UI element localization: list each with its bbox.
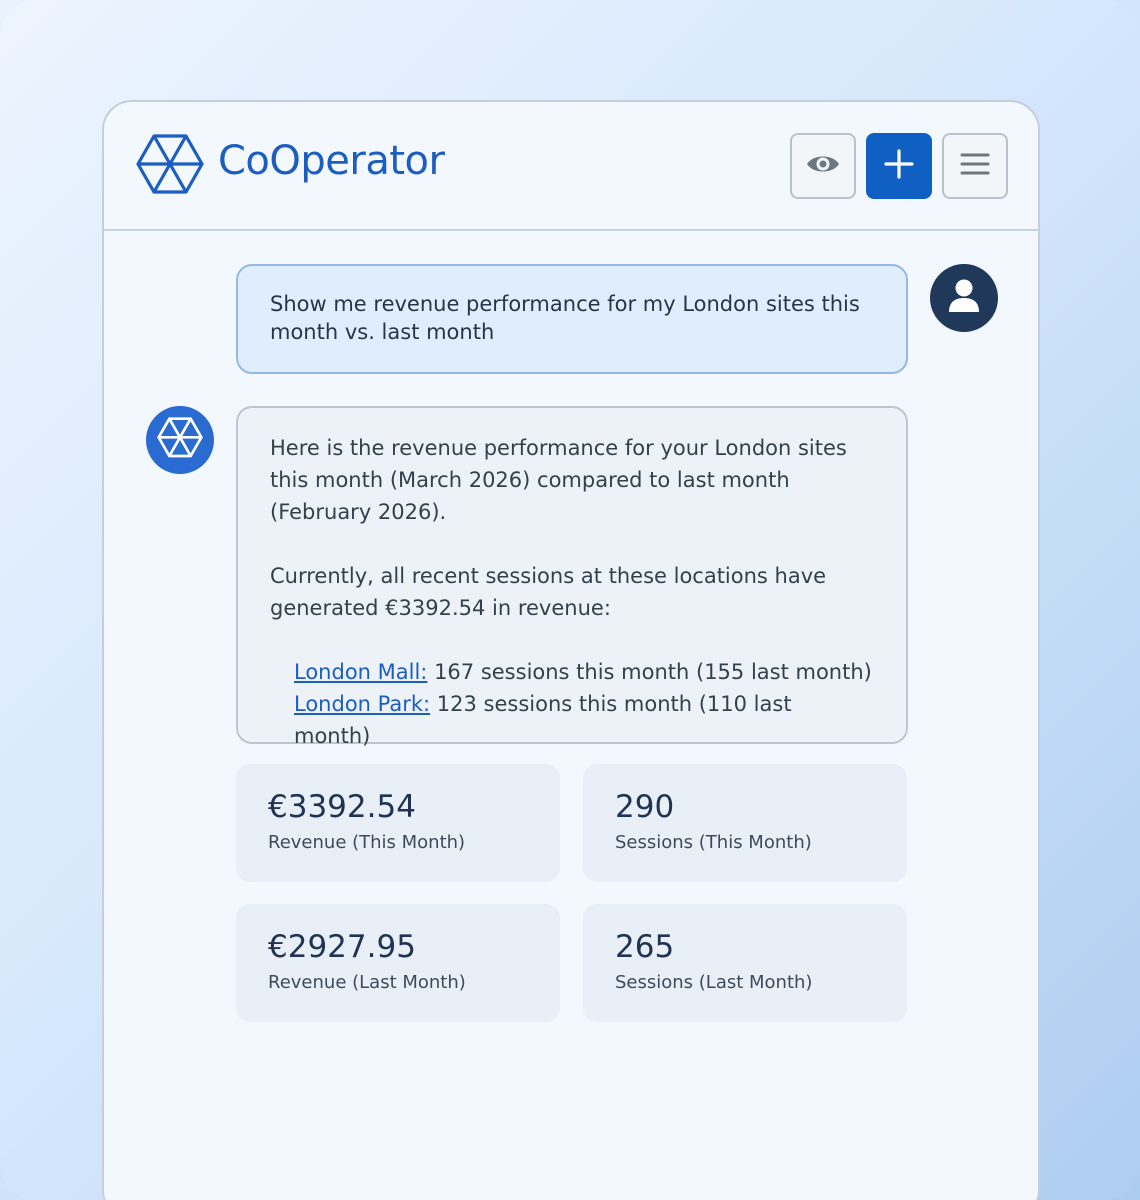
site-link-london-mall[interactable]: London Mall: <box>294 660 427 684</box>
bot-paragraph: Here is the revenue performance for your… <box>270 436 847 524</box>
stat-label: Revenue (This Month) <box>268 832 466 853</box>
stat-value: €3392.54 <box>268 789 416 825</box>
stat-value: 265 <box>615 929 675 965</box>
stat-value: €2927.95 <box>268 929 416 965</box>
logo-icon <box>134 132 206 198</box>
menu-button[interactable] <box>942 133 1008 199</box>
stat-label: Sessions (Last Month) <box>615 972 813 993</box>
user-avatar[interactable] <box>930 264 998 332</box>
stat-label: Sessions (This Month) <box>615 832 812 853</box>
site-link-london-park[interactable]: London Park: <box>294 692 430 716</box>
site-item: London Mall: 167 sessions this month (15… <box>294 656 874 688</box>
chat-window: CoOperator Show me revenue performance f… <box>102 100 1040 1200</box>
stat-label: Revenue (Last Month) <box>268 972 466 993</box>
user-message: Show me revenue performance for my Londo… <box>236 264 908 374</box>
stat-card: €3392.54 Revenue (This Month) <box>236 764 560 882</box>
app-header: CoOperator <box>104 102 1038 231</box>
view-button[interactable] <box>790 133 856 199</box>
plus-icon <box>884 149 914 183</box>
bot-avatar <box>146 406 214 474</box>
site-list: London Mall: 167 sessions this month (15… <box>270 656 874 752</box>
stat-card: €2927.95 Revenue (Last Month) <box>236 904 560 1022</box>
eye-icon <box>805 152 841 180</box>
new-chat-button[interactable] <box>866 133 932 199</box>
site-item: London Park: 123 sessions this month (11… <box>294 688 874 752</box>
site-detail: 167 sessions this month (155 last month) <box>427 660 872 684</box>
stat-value: 290 <box>615 789 675 825</box>
menu-icon <box>960 152 990 180</box>
user-icon <box>947 278 981 318</box>
bot-message: Here is the revenue performance for your… <box>236 406 908 748</box>
stat-card: 265 Sessions (Last Month) <box>583 904 907 1022</box>
stat-card: 290 Sessions (This Month) <box>583 764 907 882</box>
bot-paragraph: Currently, all recent sessions at these … <box>270 564 827 620</box>
bot-icon <box>156 416 204 464</box>
brand-name: CoOperator <box>218 138 445 184</box>
